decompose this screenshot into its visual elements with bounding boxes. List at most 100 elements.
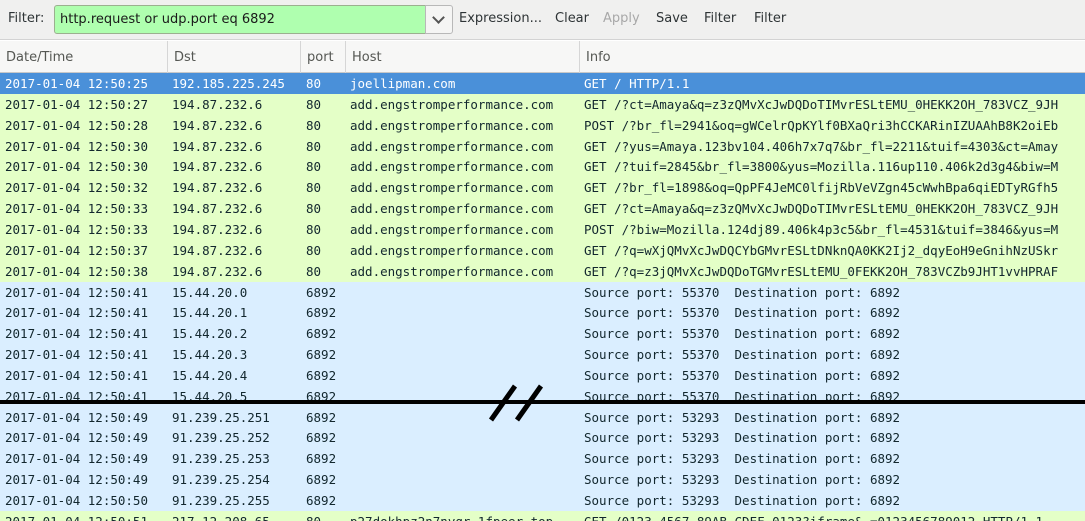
cell-info: GET /?q=wXjQMvXcJwDQCYbGMvrESLtDNknQA0KK…	[584, 242, 1059, 258]
cell-dst: 91.239.25.255	[172, 493, 270, 508]
column-header-datetime[interactable]: Date/Time	[0, 41, 168, 73]
cell-port: 6892	[306, 326, 337, 342]
apply-button[interactable]: Apply	[603, 11, 640, 26]
cell-dst: 91.239.25.253	[172, 451, 270, 467]
cell-host: add.engstromperformance.com	[350, 159, 554, 175]
cell-port: 80	[306, 117, 322, 133]
filter-history-dropdown[interactable]	[425, 5, 453, 34]
cell-port: 80	[306, 221, 322, 237]
cell-port: 6892	[306, 284, 337, 300]
cell-dst: 194.87.232.6	[172, 263, 263, 279]
cell-datetime: 2017-01-04 12:50:38	[5, 263, 148, 279]
cell-host: add.engstromperformance.com	[350, 263, 554, 279]
cell-dst: 194.87.232.6	[172, 180, 263, 196]
cell-datetime: 2017-01-04 12:50:41	[5, 347, 148, 363]
packet-row[interactable]: 2017-01-04 12:50:30 194.87.232.6 80 add.eng…	[0, 135, 1085, 157]
cell-info: POST /?biw=Mozilla.124dj89.406k4p3c5&br_…	[584, 221, 1059, 237]
cell-port: 80	[306, 76, 322, 91]
packet-row[interactable]: 2017-01-04 12:50:41 15.44.20.2 6892 Source …	[0, 323, 1085, 345]
filter-button-2[interactable]: Filter	[754, 11, 786, 26]
cell-datetime: 2017-01-04 12:50:41	[5, 305, 148, 321]
cell-host: add.engstromperformance.com	[350, 117, 554, 133]
cell-datetime: 2017-01-04 12:50:25	[5, 76, 148, 91]
packet-row[interactable]: 2017-01-04 12:50:27 194.87.232.6 80 add.eng…	[0, 93, 1085, 115]
packet-row[interactable]: 2017-01-04 12:50:49 91.239.25.253 6892 Sour…	[0, 448, 1085, 470]
packet-row[interactable]: 2017-01-04 12:50:41 15.44.20.0 6892 Source …	[0, 281, 1085, 303]
cell-port: 80	[306, 180, 322, 196]
cell-info: GET /?yus=Amaya.123bv104.406h7x7q7&br_fl…	[584, 138, 1059, 154]
expression-button[interactable]: Expression...	[459, 11, 542, 26]
display-filter-input[interactable]: http.request or udp.port eq 6892	[54, 5, 426, 34]
cell-datetime: 2017-01-04 12:50:49	[5, 472, 148, 488]
column-header-host[interactable]: Host	[346, 41, 580, 73]
cell-datetime: 2017-01-04 12:50:41	[5, 284, 148, 300]
cell-info: Source port: 53293 Destination port: 689…	[584, 409, 901, 425]
packet-row[interactable]: 2017-01-04 12:50:25 192.185.225.245 80 joel…	[0, 73, 1085, 94]
cell-dst: 194.87.232.6	[172, 159, 263, 175]
packet-row[interactable]: 2017-01-04 12:50:49 91.239.25.252 6892 Sour…	[0, 427, 1085, 449]
cell-datetime: 2017-01-04 12:50:49	[5, 430, 148, 446]
cell-info: GET /?tuif=2845&br_fl=3800&yus=Mozilla.1…	[584, 159, 1059, 175]
cell-port: 80	[306, 159, 322, 175]
packet-row[interactable]: 2017-01-04 12:50:28 194.87.232.6 80 add.eng…	[0, 114, 1085, 136]
cell-info: GET /?q=z3jQMvXcJwDQDoTGMvrESLtEMU_0FEKK…	[584, 263, 1059, 279]
packet-row[interactable]: 2017-01-04 12:50:30 194.87.232.6 80 add.eng…	[0, 156, 1085, 178]
packet-row[interactable]: 2017-01-04 12:50:38 194.87.232.6 80 add.eng…	[0, 260, 1085, 282]
packet-row[interactable]: 2017-01-04 12:50:33 194.87.232.6 80 add.eng…	[0, 218, 1085, 240]
packet-row[interactable]: 2017-01-04 12:50:50 91.239.25.255 6892 Sour…	[0, 490, 1085, 511]
column-header-port[interactable]: port	[301, 41, 346, 73]
cell-dst: 194.87.232.6	[172, 117, 263, 133]
cell-dst: 91.239.25.252	[172, 430, 270, 446]
cell-dst: 217.12.208.65	[172, 511, 302, 521]
cell-datetime: 2017-01-04 12:50:28	[5, 117, 148, 133]
cell-info: Source port: 53293 Destination port: 689…	[584, 430, 901, 446]
cell-dst: 194.87.232.6	[172, 221, 263, 237]
cell-info: GET /?ct=Amaya&q=z3zQMvXcJwDQDoTIMvrESLt…	[584, 96, 1059, 112]
clear-button[interactable]: Clear	[555, 11, 589, 26]
cell-info: Source port: 53293 Destination port: 689…	[584, 472, 901, 488]
cell-port: 6892	[306, 430, 337, 446]
filter-button-1[interactable]: Filter	[704, 11, 736, 26]
cell-dst: 91.239.25.251	[172, 409, 270, 425]
cell-host: add.engstromperformance.com	[350, 221, 554, 237]
save-button[interactable]: Save	[656, 11, 688, 26]
cell-datetime: 2017-01-04 12:50:50	[5, 493, 148, 508]
packet-row[interactable]: 2017-01-04 12:50:51217.12.208.65 80p27dok…	[0, 510, 1085, 521]
cell-datetime: 2017-01-04 12:50:41	[5, 326, 148, 342]
cell-dst: 15.44.20.4	[172, 367, 248, 383]
cell-host: joellipman.com	[350, 76, 456, 91]
cell-port: 6892	[306, 305, 337, 321]
cell-port: 80	[306, 201, 322, 217]
display-filter-toolbar: Filter: http.request or udp.port eq 6892…	[0, 0, 1085, 40]
cell-port: 80	[306, 511, 348, 521]
cell-host: p27dokhpz2n7nvgr.1fpeer.top	[350, 511, 580, 521]
packet-row[interactable]: 2017-01-04 12:50:32 194.87.232.6 80 add.eng…	[0, 177, 1085, 199]
packet-row[interactable]: 2017-01-04 12:50:41 15.44.20.3 6892 Source …	[0, 344, 1085, 366]
cell-dst: 194.87.232.6	[172, 201, 263, 217]
packet-row[interactable]: 2017-01-04 12:50:37 194.87.232.6 80 add.eng…	[0, 239, 1085, 261]
cell-port: 6892	[306, 409, 337, 425]
cell-dst: 15.44.20.2	[172, 326, 248, 342]
cell-info: Source port: 55370 Destination port: 689…	[584, 284, 901, 300]
filter-label: Filter:	[8, 11, 45, 26]
cell-datetime: 2017-01-04 12:50:30	[5, 138, 148, 154]
column-header-dst[interactable]: Dst	[168, 41, 301, 73]
cell-datetime: 2017-01-04 12:50:33	[5, 221, 148, 237]
cell-port: 6892	[306, 367, 337, 383]
cell-datetime: 2017-01-04 12:50:27	[5, 96, 148, 112]
cell-port: 6892	[306, 493, 337, 508]
cell-port: 6892	[306, 451, 337, 467]
packet-list-header: Date/Time Dst port Host Info	[0, 41, 1085, 73]
cell-info: Source port: 53293 Destination port: 689…	[584, 493, 901, 508]
column-header-info[interactable]: Info	[580, 41, 1085, 73]
cell-port: 80	[306, 138, 322, 154]
cell-info: GET /?ct=Amaya&q=z3zQMvXcJwDQDoTIMvrESLt…	[584, 201, 1059, 217]
packet-row[interactable]: 2017-01-04 12:50:49 91.239.25.254 6892 Sour…	[0, 469, 1085, 491]
packet-row[interactable]: 2017-01-04 12:50:41 15.44.20.1 6892 Source …	[0, 302, 1085, 324]
cell-dst: 194.87.232.6	[172, 138, 263, 154]
cell-dst: 91.239.25.254	[172, 472, 270, 488]
cell-info: Source port: 55370 Destination port: 689…	[584, 326, 901, 342]
cell-host: add.engstromperformance.com	[350, 201, 554, 217]
packet-row[interactable]: 2017-01-04 12:50:33 194.87.232.6 80 add.eng…	[0, 198, 1085, 220]
cell-datetime: 2017-01-04 12:50:41	[5, 367, 148, 383]
